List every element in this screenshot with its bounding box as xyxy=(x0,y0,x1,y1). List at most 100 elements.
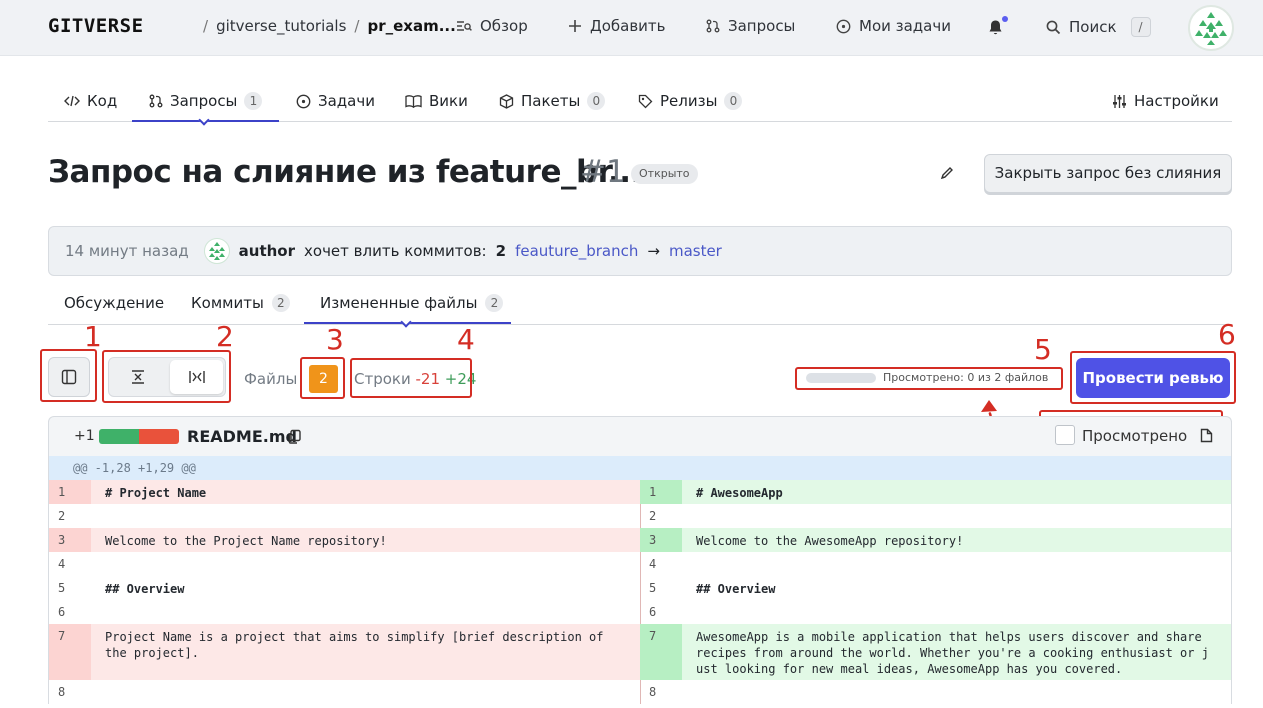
tab-packages[interactable]: Пакеты 0 xyxy=(499,92,606,110)
left-line-number[interactable]: 5 xyxy=(49,576,91,600)
search-icon xyxy=(1046,20,1061,35)
right-code xyxy=(696,600,1226,605)
nav-my-tasks-label: Мои задачи xyxy=(859,17,951,35)
diff-row: 5 ## Overview 5 ## Overview xyxy=(48,576,1232,600)
right-line-number[interactable]: 1 xyxy=(640,480,682,504)
left-code xyxy=(105,504,635,509)
pr-title: Запрос на слияние из feature_br... xyxy=(48,154,642,190)
bell-icon[interactable] xyxy=(988,19,1003,36)
tab-changed-files[interactable]: Измененные файлы 2 xyxy=(320,294,504,312)
right-line-number[interactable]: 2 xyxy=(640,504,682,528)
nav-add[interactable]: Добавить xyxy=(568,17,666,35)
tab-requests[interactable]: Запросы 1 xyxy=(149,92,263,110)
status-badge: Открыто xyxy=(631,164,698,184)
left-code: Welcome to the Project Name repository! xyxy=(105,534,387,548)
file-name[interactable]: README.md xyxy=(187,427,297,446)
change-bar-removed xyxy=(139,429,179,444)
tab-releases[interactable]: Релизы 0 xyxy=(638,92,743,110)
files-label: Файлы xyxy=(244,370,298,388)
right-line-number[interactable]: 6 xyxy=(640,600,682,624)
diff-row: 66 xyxy=(48,600,1232,624)
tab-tasks-label: Задачи xyxy=(318,92,375,110)
left-line-number[interactable]: 7 xyxy=(49,624,91,680)
nav-requests-label: Запросы xyxy=(728,17,796,35)
right-line-number[interactable]: 7 xyxy=(640,624,682,680)
left-line-number[interactable]: 3 xyxy=(49,528,91,552)
edit-pencil-icon[interactable] xyxy=(940,166,954,180)
releases-count-badge: 0 xyxy=(724,92,743,110)
annotation-box-1 xyxy=(40,349,97,402)
tab-discussion[interactable]: Обсуждение xyxy=(64,294,164,312)
tab-releases-label: Релизы xyxy=(660,92,718,110)
viewed-checkbox[interactable] xyxy=(1055,425,1075,445)
diff-row: 1 # Project Name 1 # AwesomeApp xyxy=(48,480,1232,504)
tab-requests-label: Запросы xyxy=(170,92,238,110)
right-line-number[interactable]: 5 xyxy=(640,576,682,600)
left-line-number[interactable]: 2 xyxy=(49,504,91,528)
top-bar: GITVERSE / gitverse_tutorials / pr_exam.… xyxy=(0,0,1263,56)
breadcrumb: / gitverse_tutorials / pr_exam... xyxy=(203,17,456,35)
tab-wiki[interactable]: Вики xyxy=(405,92,468,110)
right-code xyxy=(696,504,1226,509)
annotation-box-4 xyxy=(350,358,472,398)
left-code: ## Overview xyxy=(105,582,185,596)
package-icon xyxy=(499,93,514,109)
target-branch-link[interactable]: master xyxy=(669,242,722,260)
book-icon xyxy=(405,94,422,108)
right-code xyxy=(696,552,1226,557)
user-avatar[interactable] xyxy=(1188,5,1234,51)
nav-requests[interactable]: Запросы xyxy=(706,17,795,35)
right-code: # AwesomeApp xyxy=(696,486,783,500)
right-code: AwesomeApp is a mobile application that … xyxy=(696,630,1209,676)
left-line-number[interactable]: 1 xyxy=(49,480,91,504)
breadcrumb-owner[interactable]: gitverse_tutorials xyxy=(216,17,346,35)
close-without-merge-button[interactable]: Закрыть запрос без слияния xyxy=(984,154,1232,193)
nav-search[interactable]: Поиск / xyxy=(1046,17,1151,37)
annotation-label-1: 1 xyxy=(84,320,102,353)
copy-icon[interactable] xyxy=(287,429,301,444)
breadcrumb-repo[interactable]: pr_exam... xyxy=(367,17,455,35)
author-name[interactable]: author xyxy=(239,242,295,260)
source-branch-link[interactable]: feauture_branch xyxy=(515,242,638,260)
tag-icon xyxy=(638,94,653,109)
right-code: ## Overview xyxy=(696,582,776,596)
viewed-label[interactable]: Просмотрено xyxy=(1082,427,1187,445)
hunk-header: @@ -1,28 +1,29 @@ xyxy=(48,456,1232,480)
annotation-box-6 xyxy=(1070,351,1236,404)
nav-my-tasks[interactable]: Мои задачи xyxy=(836,17,951,35)
left-code: Project Name is a project that aims to s… xyxy=(105,630,604,660)
tab-changed-files-label: Измененные файлы xyxy=(320,294,478,312)
annotation-label-6: 6 xyxy=(1218,318,1236,351)
tab-code-label: Код xyxy=(87,92,118,110)
code-icon xyxy=(64,94,80,108)
avatar-pattern-icon xyxy=(1195,12,1227,45)
author-avatar[interactable] xyxy=(203,238,230,264)
gitverse-logo[interactable]: GITVERSE xyxy=(48,15,144,37)
tab-commits-label: Коммиты xyxy=(191,294,264,312)
annotation-box-3 xyxy=(300,357,345,399)
tab-settings[interactable]: Настройки xyxy=(1112,92,1219,110)
file-icon[interactable] xyxy=(1200,428,1213,443)
diff-row: 22 xyxy=(48,504,1232,528)
right-line-number[interactable]: 8 xyxy=(640,680,682,704)
left-code xyxy=(105,600,635,605)
notification-dot xyxy=(1002,16,1008,22)
left-line-number[interactable]: 6 xyxy=(49,600,91,624)
active-tab-caret xyxy=(198,114,210,126)
tab-commits[interactable]: Коммиты 2 xyxy=(191,294,290,312)
pull-request-icon xyxy=(706,19,720,33)
nav-add-label: Добавить xyxy=(590,17,666,35)
plus-icon xyxy=(568,19,582,33)
task-circle-icon xyxy=(836,19,851,34)
left-line-number[interactable]: 8 xyxy=(49,680,91,704)
tab-tasks[interactable]: Задачи xyxy=(296,92,375,110)
tab-code[interactable]: Код xyxy=(64,92,117,110)
nav-overview[interactable]: Обзор xyxy=(456,17,528,35)
right-line-number[interactable]: 4 xyxy=(640,552,682,576)
left-line-number[interactable]: 4 xyxy=(49,552,91,576)
tab-settings-label: Настройки xyxy=(1134,92,1219,110)
right-line-number[interactable]: 3 xyxy=(640,528,682,552)
tab-packages-label: Пакеты xyxy=(521,92,581,110)
nav-search-label: Поиск xyxy=(1069,18,1117,36)
left-code xyxy=(105,680,635,685)
